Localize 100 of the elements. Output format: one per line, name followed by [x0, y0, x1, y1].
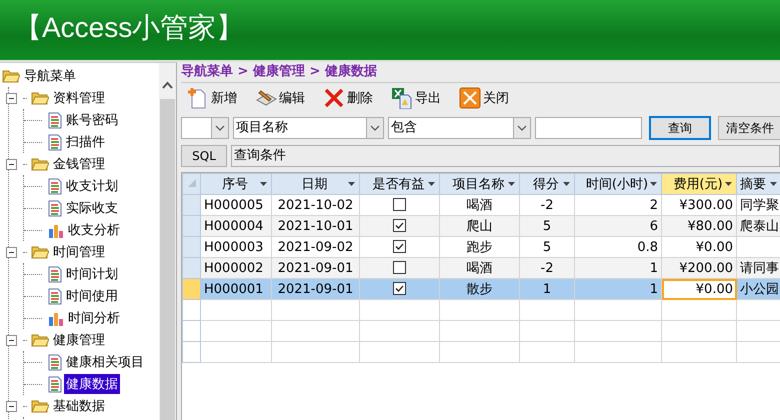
caret-icon [725, 182, 733, 186]
check-icon [394, 241, 405, 252]
query-button[interactable]: 清空条件 [718, 116, 780, 140]
table-cell: 请同事 [736, 258, 780, 278]
condition-field[interactable]: 查询条件 [231, 145, 780, 167]
table-cell: -2 [520, 258, 574, 278]
select-all-icon [186, 178, 196, 188]
table-cell: ¥80.00 [662, 216, 736, 236]
column-header[interactable]: 费用(元) [662, 174, 736, 194]
tree-item[interactable]: 收支计划 [64, 176, 120, 196]
table-cell: 1 [520, 278, 574, 300]
query-button[interactable]: 查询 [649, 116, 711, 140]
dropdown[interactable]: 项目名称 [233, 117, 384, 139]
checkbox[interactable] [393, 219, 406, 232]
table-cell: 2021-09-01 [272, 278, 360, 300]
table-row[interactable]: H000004 2021-10-01 爬山 5 6 ¥80.00 爬泰山 [182, 216, 780, 236]
checkbox[interactable] [393, 282, 406, 296]
toolbar-button[interactable]: 删除 [321, 85, 375, 111]
tree-item[interactable]: 健康管理 [51, 330, 107, 350]
folder-icon [31, 91, 49, 105]
table-cell: H000001 [200, 278, 272, 300]
chevron-down-icon [370, 125, 380, 131]
collapse-icon[interactable] [6, 158, 17, 170]
checkbox[interactable] [393, 198, 406, 212]
table-cell: 喝酒 [440, 258, 520, 278]
table-cell: 爬山 [440, 216, 520, 236]
tree-item[interactable]: 时间使用 [64, 286, 120, 306]
scroll-up-icon [162, 81, 173, 89]
collapse-icon[interactable] [6, 334, 17, 346]
table-cell: 2021-09-01 [272, 258, 360, 278]
scrollbar[interactable] [159, 63, 176, 420]
caret-icon [260, 182, 268, 186]
tree-item[interactable]: 账号密码 [64, 110, 120, 130]
check-icon [394, 283, 405, 294]
caret-icon [650, 182, 658, 186]
tree-item[interactable]: 健康相关项目 [64, 352, 146, 372]
document-icon [48, 112, 62, 128]
table-cell: H000004 [200, 216, 272, 236]
table-cell: 爬泰山 [736, 216, 780, 236]
table-cell: ¥200.00 [662, 258, 736, 278]
toolbar-button[interactable]: 编辑 [253, 85, 307, 111]
column-header[interactable]: 日期 [272, 174, 360, 194]
table-cell: 小公园 [736, 278, 780, 300]
tree-item[interactable]: 资料管理 [51, 88, 107, 108]
app-title: 【Access小管家】 [13, 12, 244, 43]
checkbox[interactable] [393, 240, 406, 254]
collapse-icon[interactable] [6, 92, 17, 104]
chevron-down-icon [215, 125, 225, 131]
scrollbar-thumb[interactable] [160, 99, 175, 420]
column-header[interactable]: 项目名称 [440, 174, 520, 194]
table-cell: H000002 [200, 258, 272, 278]
search-field[interactable] [535, 117, 642, 139]
table-cell: 散步 [440, 278, 520, 300]
tree-item[interactable]: 实际收支 [64, 198, 120, 218]
document-icon [48, 288, 62, 304]
checkbox[interactable] [393, 261, 406, 274]
tree-item[interactable]: 时间管理 [51, 242, 107, 262]
document-icon [48, 354, 62, 370]
folder-icon [2, 69, 20, 83]
close-icon [459, 87, 481, 109]
column-header[interactable]: 得分 [520, 174, 574, 194]
document-icon [48, 200, 62, 216]
table-cell: 1 [574, 278, 662, 300]
spreadsheet-export-icon [391, 87, 413, 109]
dropdown[interactable]: 包含 [388, 117, 531, 139]
tree-item[interactable]: 导航菜单 [22, 66, 78, 86]
folder-icon [31, 399, 49, 413]
column-header[interactable]: 是否有益 [360, 174, 440, 194]
table-row[interactable]: H000002 2021-09-01 喝酒 -2 1 ¥200.00 请同事 [182, 258, 780, 278]
document-icon [48, 134, 62, 150]
collapse-icon[interactable] [6, 400, 17, 412]
column-header[interactable]: 序号 [200, 174, 272, 194]
tree-item[interactable]: 收支分析 [66, 220, 122, 240]
caret-icon [770, 182, 778, 186]
table-cell: 2021-10-01 [272, 216, 360, 236]
bar-chart-icon [48, 222, 64, 238]
tree-item[interactable]: 扫描件 [64, 132, 107, 152]
delete-icon [323, 87, 345, 109]
folder-icon [31, 157, 49, 171]
folder-icon [31, 245, 49, 259]
tree-item[interactable]: 健康数据 [64, 374, 120, 394]
toolbar-button[interactable]: 新增 [185, 85, 239, 111]
current-cell: ¥0.00 [662, 278, 736, 300]
column-header[interactable]: 时间(小时) [574, 174, 662, 194]
tree-item[interactable]: 时间计划 [64, 264, 120, 284]
tree-item[interactable]: 基础数据 [51, 396, 107, 416]
caret-icon [563, 182, 571, 186]
sql-button[interactable]: SQL [181, 145, 227, 167]
table-cell: 6 [574, 216, 662, 236]
table-row[interactable]: H000001 2021-09-01 散步 1 1 ¥0.00 小公园 [182, 278, 780, 300]
toolbar-button[interactable]: 关闭 [457, 85, 511, 111]
tree-item[interactable]: 金钱管理 [51, 154, 107, 174]
caret-icon [348, 182, 356, 186]
table-cell: 1 [574, 258, 662, 278]
column-header[interactable]: 摘要 [736, 174, 780, 194]
toolbar-button[interactable]: 导出 [389, 85, 443, 111]
collapse-icon[interactable] [6, 246, 17, 258]
document-icon [48, 266, 62, 282]
tree-item[interactable]: 时间分析 [66, 308, 122, 328]
caret-icon [508, 182, 516, 186]
